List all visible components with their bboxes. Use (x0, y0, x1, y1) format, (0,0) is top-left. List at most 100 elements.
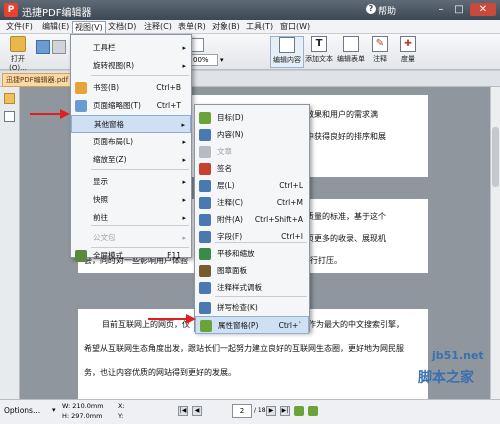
print-icon[interactable] (52, 40, 66, 54)
zoom-in-icon[interactable] (190, 38, 204, 52)
edit-content-button[interactable]: 编辑内容 (270, 36, 304, 68)
view-menu-item-rotate-view[interactable]: 旋转视图(R) ▸ (71, 57, 191, 75)
panes-menu-item-properties[interactable]: 属性窗格(P) Ctrl+` (195, 316, 309, 334)
panes-menu-item-fields[interactable]: 字段(F) Ctrl+I (195, 228, 309, 246)
add-text-label: 添加文本 (305, 55, 333, 63)
text-tool-icon: T (311, 36, 327, 52)
menu-item-label: 附件(A) (217, 215, 243, 224)
prev-page-icon[interactable]: ◀ (192, 406, 202, 416)
panes-menu-item-comment-styles[interactable]: 注释样式调板 (195, 279, 309, 297)
panes-menu-item-articles[interactable]: 文章 (195, 143, 309, 161)
menu-document[interactable]: 文档(D) (106, 21, 138, 33)
maximize-button[interactable]: □ (452, 3, 466, 16)
edit-form-button[interactable]: 编辑表单 (336, 36, 366, 68)
first-page-icon[interactable]: |◀ (178, 406, 188, 416)
view-menu-item-snapshot[interactable]: 快照 ▸ (71, 191, 191, 209)
view-menu-item-show[interactable]: 显示 ▸ (71, 173, 191, 191)
view-menu-item-page-thumbnails[interactable]: 页面缩略图(T) Ctrl+T (71, 97, 191, 115)
view-menu-item-bookmarks[interactable]: 书签(B) Ctrl+B (71, 79, 191, 97)
form-icon (343, 36, 359, 52)
thumbnail-panel-icon[interactable] (4, 111, 15, 122)
menu-comment[interactable]: 注释(C) (142, 21, 174, 33)
zoom-dropdown-icon[interactable]: ▾ (220, 54, 228, 66)
panes-menu-item-comments[interactable]: 注释(C) Ctrl+M (195, 194, 309, 212)
panes-menu-item-attachments[interactable]: 附件(A) Ctrl+Shift+A (195, 211, 309, 229)
view-menu-item-page-layout[interactable]: 页面布局(L) ▸ (71, 133, 191, 151)
watermark-url: jb51.net (432, 349, 484, 362)
menu-item-shortcut: Ctrl+M (276, 198, 303, 207)
view-menu: 工具栏 ▸ 旋转视图(R) ▸ 书签(B) Ctrl+B 页面缩略图(T) Ctrl+T 其他窗… (70, 34, 192, 262)
document-tab[interactable]: 迅捷PDF编辑器.pdf (2, 73, 72, 87)
menu-item-label: 显示 (93, 177, 108, 186)
forward-icon[interactable] (308, 406, 318, 416)
view-menu-item-briefcase[interactable]: 公文包 ▸ (71, 229, 191, 247)
watermark-name: 脚本之家 (418, 370, 474, 386)
add-text-button[interactable]: T 添加文本 (304, 36, 334, 68)
menu-item-label: 书签(B) (93, 83, 119, 92)
menu-item-label: 公文包 (93, 233, 116, 242)
app-logo-icon: P (4, 3, 18, 17)
panes-menu-item-stamps-palette[interactable]: 图章面板 (195, 262, 309, 280)
menu-separator (91, 225, 189, 226)
back-icon[interactable] (294, 406, 304, 416)
panes-menu-item-destinations[interactable]: 目标(D) (195, 109, 309, 127)
menu-file[interactable]: 文件(F) (4, 21, 35, 33)
folder-icon (10, 36, 26, 52)
view-menu-item-fullscreen[interactable]: 全屏模式 F11 (71, 247, 191, 265)
menu-separator (91, 169, 189, 170)
submenu-arrow-icon: ▸ (182, 44, 186, 52)
open-button[interactable]: 打开(O)... (3, 36, 33, 72)
panes-menu-item-signatures[interactable]: 签名 (195, 160, 309, 178)
last-page-icon[interactable]: ▶| (280, 406, 290, 416)
pan-zoom-icon (199, 248, 211, 260)
submenu-arrow-icon: ▸ (182, 178, 186, 186)
window-title: 迅捷PDF编辑器 (22, 8, 92, 19)
help-label[interactable]: 帮助 (378, 4, 396, 17)
menu-item-label: 目标(D) (217, 113, 244, 122)
help-icon[interactable]: ? (366, 4, 376, 14)
menu-item-label: 工具栏 (93, 43, 116, 52)
comment-icon (199, 197, 211, 209)
panes-menu-item-spell-check[interactable]: 拼写检查(K) (195, 299, 309, 317)
options-dropdown-icon[interactable]: ▾ (52, 406, 56, 414)
view-menu-item-other-panes[interactable]: 其他窗格 ▸ (71, 115, 191, 133)
menu-item-label: 快照 (93, 195, 108, 204)
measure-button[interactable]: ✚ 度量 (396, 36, 420, 68)
minimize-button[interactable]: – (434, 3, 448, 16)
close-button[interactable]: ✕ (470, 3, 496, 16)
view-menu-item-zoom-to[interactable]: 缩放至(Z) ▸ (71, 151, 191, 169)
annotate-button[interactable]: ✎ 注释 (368, 36, 392, 68)
menu-edit[interactable]: 编辑(E) (40, 21, 71, 33)
cursor-y: Y: (118, 412, 124, 420)
menu-item-shortcut: Ctrl+I (281, 232, 303, 241)
status-bar: Options... ▾ W: 210.0mm H: 297.0mm X: Y:… (0, 399, 500, 424)
other-panes-submenu: 目标(D) 内容(N) 文章 签名 层(L) Ctrl+L 注释(C) Ctrl+M 附件(A)… (194, 104, 310, 334)
menu-item-label: 页面缩略图(T) (93, 101, 141, 110)
bookmark-panel-icon[interactable] (4, 93, 15, 104)
vertical-scrollbar[interactable] (490, 87, 500, 399)
edit-form-label: 编辑表单 (337, 55, 365, 63)
panes-menu-item-pan-zoom[interactable]: 平移和缩放 (195, 245, 309, 263)
menu-view[interactable]: 视图(V) (72, 21, 106, 33)
menu-object[interactable]: 对象(B) (210, 21, 242, 33)
panes-menu-item-layers[interactable]: 层(L) Ctrl+L (195, 177, 309, 195)
red-arrow-annotation (148, 314, 196, 324)
menu-tools[interactable]: 工具(T) (244, 21, 275, 33)
panes-menu-item-contents[interactable]: 内容(N) (195, 126, 309, 144)
submenu-arrow-icon: ▸ (182, 62, 186, 70)
menu-item-label: 旋转视图(R) (93, 61, 135, 70)
save-icon[interactable] (36, 40, 50, 54)
view-menu-item-toolbars[interactable]: 工具栏 ▸ (71, 39, 191, 57)
menu-item-label: 注释(C) (217, 198, 244, 207)
menu-item-label: 注释样式调板 (217, 283, 262, 292)
options-button[interactable]: Options... (4, 406, 40, 415)
spellcheck-icon (199, 302, 211, 314)
menu-window[interactable]: 窗口(W) (278, 21, 312, 33)
scrollbar-thumb[interactable] (492, 127, 499, 187)
menu-item-label: 缩放至(Z) (93, 155, 127, 164)
page-number-input[interactable]: 2 (232, 404, 252, 418)
zoom-field[interactable]: 00% (190, 54, 218, 66)
menu-form[interactable]: 表单(R) (176, 21, 208, 33)
signature-icon (199, 163, 211, 175)
next-page-icon[interactable]: ▶ (266, 406, 276, 416)
